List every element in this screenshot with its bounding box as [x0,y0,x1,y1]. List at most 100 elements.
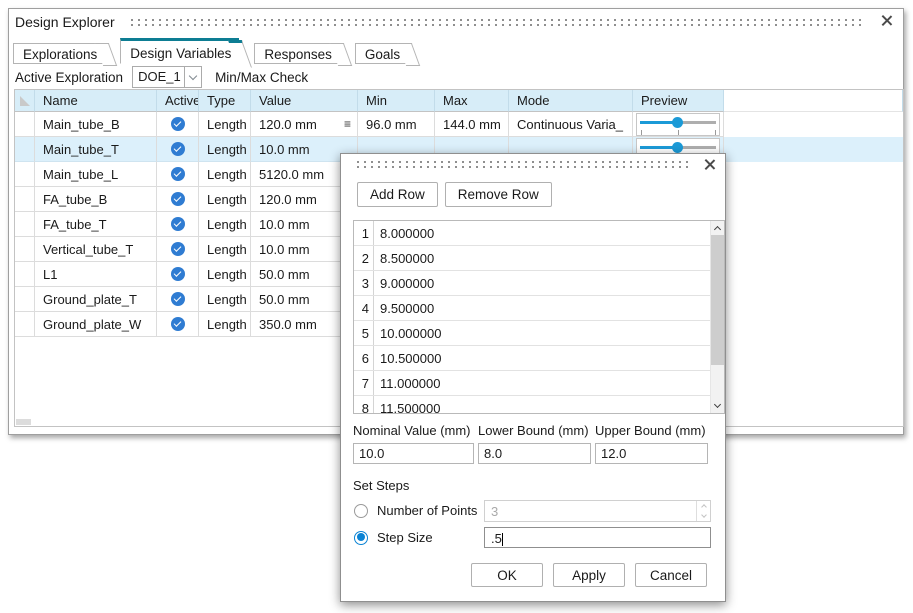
cell-name[interactable]: Main_tube_L [35,162,157,187]
list-item[interactable]: 5 10.000000 [354,321,724,346]
dialog-toolbar: Add Row Remove Row [357,182,552,207]
list-item[interactable]: 3 9.000000 [354,271,724,296]
cell-name[interactable]: Ground_plate_T [35,287,157,312]
cell-type[interactable]: Length [199,287,251,312]
list-item[interactable]: 8 11.500000 [354,396,724,414]
check-icon [171,192,185,206]
cell-name[interactable]: Main_tube_B [35,112,157,137]
chevron-down-icon[interactable] [184,67,201,87]
row-selector[interactable] [15,287,35,312]
scroll-up-arrow-icon[interactable] [711,221,724,235]
cell-type[interactable]: Length [199,187,251,212]
cell-name[interactable]: Main_tube_T [35,137,157,162]
active-toggle[interactable] [157,187,199,212]
cell-max[interactable]: 144.0 mm [435,112,509,137]
cell-type[interactable]: Length [199,137,251,162]
slider-handle[interactable] [672,117,683,128]
scrollbar-thumb[interactable] [711,235,724,365]
active-toggle[interactable] [157,312,199,337]
column-header-active[interactable]: Active [157,90,199,112]
drag-handle-dots[interactable] [357,161,693,168]
list-item[interactable]: 7 11.000000 [354,371,724,396]
row-selector[interactable] [15,187,35,212]
spinner-arrows[interactable] [696,501,710,521]
slider-handle[interactable] [672,142,683,153]
cell-type[interactable]: Length [199,162,251,187]
active-toggle[interactable] [157,137,199,162]
active-toggle[interactable] [157,287,199,312]
row-selector[interactable] [15,162,35,187]
menu-icon[interactable]: ≡ [344,117,357,131]
step-size-field[interactable]: .5 [484,527,711,548]
number-of-points-option[interactable]: Number of Points [354,503,477,518]
active-toggle[interactable] [157,162,199,187]
column-header-mode[interactable]: Mode [509,90,633,112]
row-selector[interactable] [15,312,35,337]
vertical-scrollbar[interactable] [710,221,724,413]
select-all-corner[interactable] [15,90,35,112]
scroll-down-arrow-icon[interactable] [711,399,724,413]
add-row-button[interactable]: Add Row [357,182,438,207]
close-icon[interactable] [880,14,893,27]
step-size-option[interactable]: Step Size [354,530,433,545]
cell-name[interactable]: Ground_plate_W [35,312,157,337]
list-item[interactable]: 2 8.500000 [354,246,724,271]
check-icon [171,292,185,306]
row-selector[interactable] [15,112,35,137]
nominal-value-field[interactable] [353,443,474,464]
cell-type[interactable]: Length [199,237,251,262]
column-header-min[interactable]: Min [358,90,435,112]
apply-button[interactable]: Apply [553,563,625,587]
steps-list: 1 8.000000 2 8.500000 3 9.000000 4 9.500… [353,220,725,414]
tab-goals[interactable]: Goals [355,43,408,64]
row-selector[interactable] [15,212,35,237]
design-explorer-window: Design Explorer Explorations Design Vari… [0,0,913,613]
cell-name[interactable]: FA_tube_T [35,212,157,237]
ok-button[interactable]: OK [471,563,543,587]
lower-bound-field[interactable] [478,443,591,464]
tab-explorations[interactable]: Explorations [13,43,105,64]
table-row[interactable]: Main_tube_B Length 120.0 mm ≡ 96.0 mm 14… [15,112,903,137]
active-toggle[interactable] [157,212,199,237]
cell-mode[interactable]: Continuous Varia_ [509,112,633,137]
cell-value[interactable]: 120.0 mm ≡ [251,112,358,137]
active-toggle[interactable] [157,237,199,262]
column-header-preview[interactable]: Preview [633,90,724,112]
column-header-value[interactable]: Value [251,90,358,112]
radio-selected-icon[interactable] [354,531,368,545]
list-item[interactable]: 1 8.000000 [354,221,724,246]
tab-design-variables[interactable]: Design Variables [120,38,239,64]
exploration-select[interactable]: DOE_1 [132,66,202,88]
cell-min[interactable]: 96.0 mm [358,112,435,137]
active-toggle[interactable] [157,112,199,137]
cancel-button[interactable]: Cancel [635,563,707,587]
column-header-name[interactable]: Name [35,90,157,112]
drag-handle-dots[interactable] [131,19,865,26]
cell-name[interactable]: Vertical_tube_T [35,237,157,262]
cell-name[interactable]: L1 [35,262,157,287]
check-icon [171,142,185,156]
list-item[interactable]: 6 10.500000 [354,346,724,371]
cell-type[interactable]: Length [199,112,251,137]
row-selector[interactable] [15,262,35,287]
cell-type[interactable]: Length [199,212,251,237]
number-of-points-field[interactable]: 3 [484,500,711,522]
remove-row-button[interactable]: Remove Row [445,182,552,207]
radio-unselected-icon[interactable] [354,504,368,518]
row-selector[interactable] [15,137,35,162]
active-toggle[interactable] [157,262,199,287]
cell-type[interactable]: Length [199,312,251,337]
spinner-down-icon[interactable] [697,511,710,521]
close-icon[interactable] [703,158,716,171]
cell-name[interactable]: FA_tube_B [35,187,157,212]
cell-type[interactable]: Length [199,262,251,287]
upper-bound-field[interactable] [595,443,708,464]
tab-responses[interactable]: Responses [254,43,340,64]
preview-slider[interactable] [636,113,720,136]
column-header-type[interactable]: Type [199,90,251,112]
spinner-up-icon[interactable] [697,501,710,511]
list-item[interactable]: 4 9.500000 [354,296,724,321]
set-steps-label: Set Steps [353,478,409,493]
row-selector[interactable] [15,237,35,262]
column-header-max[interactable]: Max [435,90,509,112]
